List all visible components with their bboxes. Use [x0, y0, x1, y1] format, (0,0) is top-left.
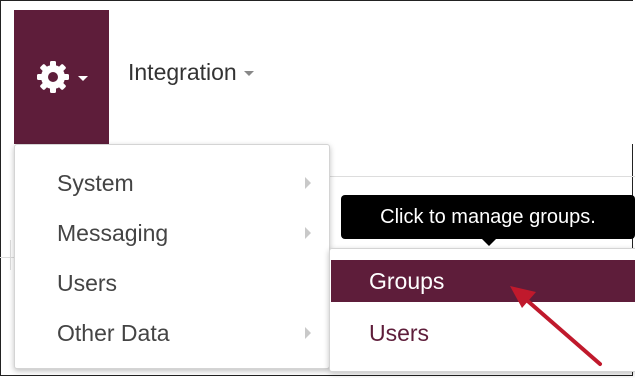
- red-arrow-icon: [500, 280, 610, 375]
- tooltip-text: Click to manage groups.: [380, 205, 596, 228]
- caret-down-icon: [243, 71, 254, 76]
- menu-item-label: Messaging: [57, 219, 169, 246]
- menu-item-label: System: [57, 169, 134, 196]
- tooltip-arrow-icon: [482, 239, 496, 246]
- integration-menu[interactable]: Integration: [128, 57, 254, 87]
- submenu-item-label: Groups: [369, 267, 445, 294]
- chevron-right-icon: [305, 227, 311, 239]
- submenu-item-label: Users: [369, 319, 430, 346]
- caret-down-icon: [78, 75, 88, 81]
- menu-item-users[interactable]: Users: [15, 258, 329, 308]
- settings-dropdown-menu: System Messaging Users Other Data: [14, 144, 330, 369]
- background-divider: [330, 176, 635, 177]
- settings-menu-button[interactable]: [14, 10, 109, 144]
- menu-item-label: Users: [57, 269, 118, 296]
- integration-label: Integration: [128, 58, 237, 85]
- chevron-right-icon: [305, 327, 311, 339]
- background-divider: [10, 240, 11, 270]
- menu-item-label: Other Data: [57, 319, 170, 346]
- tooltip: Click to manage groups.: [341, 195, 635, 239]
- menu-item-messaging[interactable]: Messaging: [15, 208, 329, 258]
- gear-icon: [35, 59, 71, 95]
- menu-item-other-data[interactable]: Other Data: [15, 308, 329, 358]
- menu-item-system[interactable]: System: [15, 158, 329, 208]
- chevron-right-icon: [305, 177, 311, 189]
